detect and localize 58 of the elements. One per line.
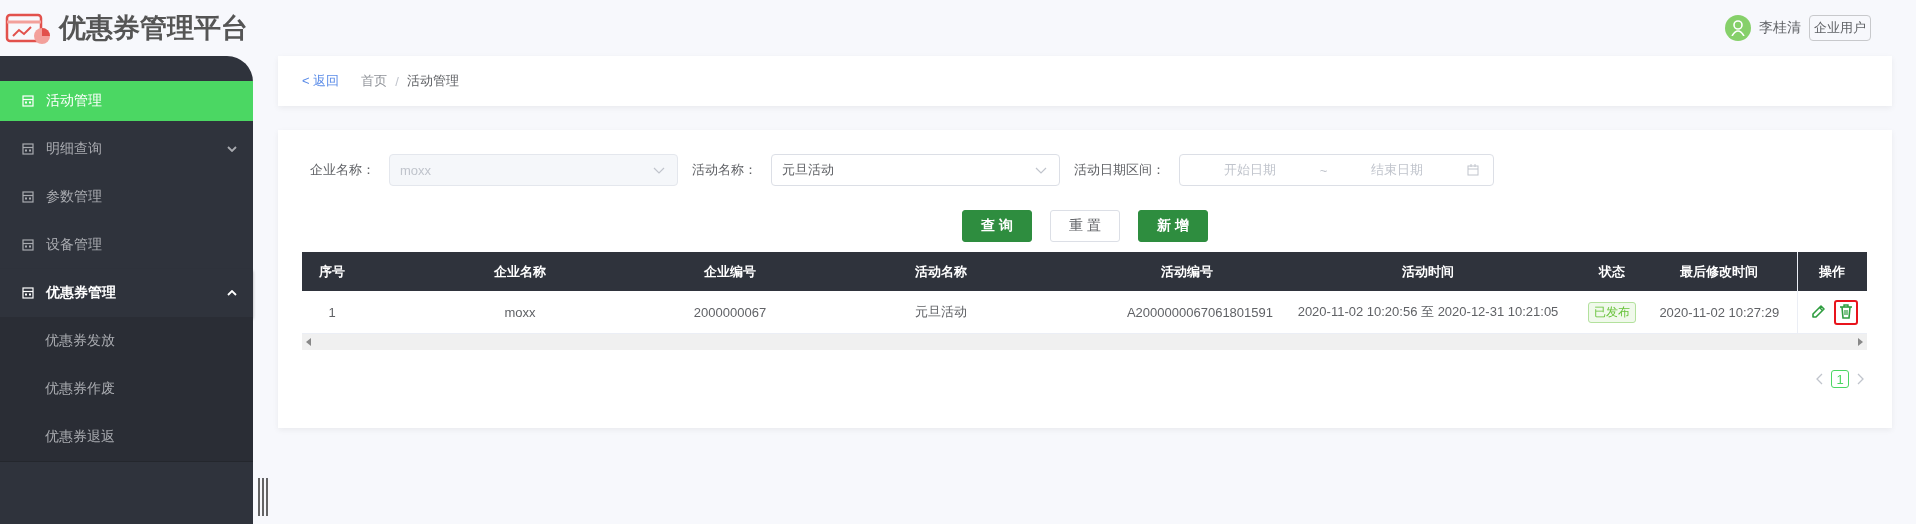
menu-item[interactable]: 设备管理 (0, 221, 253, 269)
submenu-item[interactable]: 优惠券作废 (0, 365, 253, 413)
delete-icon (1838, 302, 1855, 319)
action-button[interactable]: 新 增 (1137, 210, 1208, 242)
column-header[interactable]: 活动时间 (1274, 252, 1582, 291)
menu-item[interactable]: 参数管理 (0, 173, 253, 221)
menu-item[interactable]: 优惠券管理 (0, 269, 253, 317)
column-header[interactable]: 序号 (302, 252, 362, 291)
chevron-icon (653, 166, 665, 174)
chevron-icon[interactable] (227, 146, 237, 152)
next-page-icon[interactable] (1857, 373, 1864, 385)
column-header[interactable]: 企业名称 (362, 252, 678, 291)
menu-icon (22, 239, 34, 251)
table-cell: 元旦活动 (915, 304, 967, 319)
horizontal-scrollbar[interactable] (302, 334, 1867, 350)
breadcrumb-item[interactable]: 首页 (361, 72, 388, 90)
avatar-icon[interactable] (1725, 15, 1751, 41)
column-header[interactable]: 操作 (1797, 252, 1867, 291)
breadcrumb-item[interactable]: 活动管理 (406, 72, 459, 90)
table-cell: 1 (328, 304, 336, 320)
column-header[interactable]: 活动编号 (1100, 252, 1274, 291)
prev-page-icon[interactable] (1816, 373, 1823, 385)
column-header[interactable]: 状态 (1582, 252, 1642, 291)
calendar-icon (1467, 164, 1479, 176)
logo-icon (5, 12, 51, 44)
submenu-item[interactable]: 优惠券发放 (0, 317, 253, 365)
action-button[interactable]: 查 询 (962, 210, 1033, 242)
select-field[interactable]: 元旦活动 (771, 154, 1060, 186)
filter-label: 活动日期区间： (1074, 161, 1165, 179)
menu-icon (22, 287, 34, 299)
menu-item[interactable]: 明细查询 (0, 125, 253, 173)
delete-button[interactable] (1834, 299, 1859, 325)
filter-label: 企业名称： (310, 161, 375, 179)
submenu-item[interactable]: 优惠券退返 (0, 413, 253, 461)
user-name: 李桂清 (1759, 19, 1801, 37)
scroll-left-icon[interactable] (306, 338, 311, 346)
breadcrumb-separator: / (395, 73, 399, 89)
column-header[interactable]: 企业编号 (678, 252, 782, 291)
table-cell: A2000000067061801591 (1126, 304, 1273, 320)
scroll-right-icon[interactable] (1858, 338, 1863, 346)
menu-icon (22, 191, 34, 203)
chevron-icon (1035, 166, 1047, 174)
table-cell: moxx (504, 304, 536, 320)
filter-label: 活动名称： (692, 161, 757, 179)
back-link[interactable]: < 返回 (302, 72, 340, 90)
column-header[interactable]: 活动名称 (782, 252, 1100, 291)
table-cell: 2020-11-02 10:20:56 至 2020-12-31 10:21:05 (1297, 304, 1559, 319)
resize-handle[interactable] (257, 478, 269, 516)
column-header[interactable]: 最后修改时间 (1642, 252, 1797, 291)
table-cell: 2020-11-02 10:27:29 (1659, 304, 1780, 320)
action-button[interactable]: 重 置 (1050, 210, 1120, 242)
menu-icon (22, 95, 34, 107)
status-tag: 已发布 (1588, 301, 1636, 323)
table-cell: 2000000067 (693, 304, 767, 320)
app-title: 优惠券管理平台 (59, 12, 248, 45)
edit-icon (1810, 302, 1827, 319)
menu-icon (22, 143, 34, 155)
role-tag: 企业用户 (1809, 15, 1871, 41)
